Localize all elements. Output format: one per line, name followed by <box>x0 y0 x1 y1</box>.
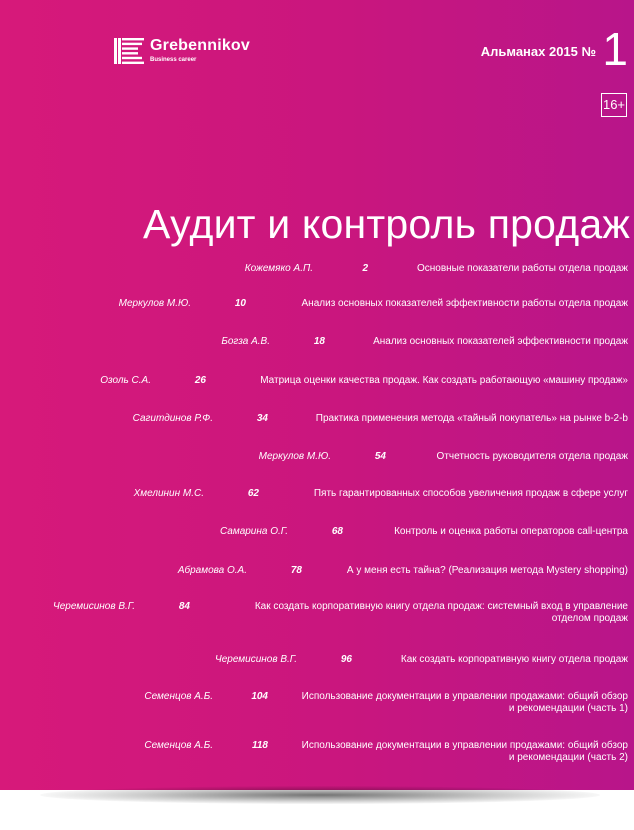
toc-entry-title-line: Как создать корпоративную книгу отдела п… <box>254 601 628 612</box>
brand-name: Grebennikov <box>150 37 251 54</box>
toc-entry-title: Как создать корпоративную книгу отдела п… <box>400 654 628 665</box>
almanac-cover: Grebennikov Business career Альманах 201… <box>0 0 634 790</box>
toc-entry: Черемисинов В.Г. 84 Как создать корпоратив… <box>0 601 628 627</box>
toc-entry-title: Анализ основных показателей эффективност… <box>373 336 628 347</box>
toc-entry-page: 18 <box>313 336 325 347</box>
toc-entry-author: Сагитдинов Р.Ф. <box>132 413 213 424</box>
toc-entry-title: Матрица оценки качества продаж. Как созд… <box>260 375 628 386</box>
cover-title: Аудит и контроль продаж <box>143 201 630 248</box>
toc-entry-author: Семенцов А.Б. <box>144 691 213 702</box>
toc-entry-title-line: отделом продаж <box>551 613 628 624</box>
toc-entry-title: Отчетность руководителя отдела продаж <box>436 451 628 462</box>
toc-entry: Меркулов М.Ю. 10 Анализ основных показател… <box>0 298 628 324</box>
toc-entry-author: Богза А.В. <box>221 336 270 347</box>
toc-entry: Самарина О.Г. 68 Контроль и оценка работы … <box>0 526 628 552</box>
brand-tagline: Business career <box>150 57 197 63</box>
toc-entry-author: Кожемяко А.П. <box>244 263 313 274</box>
age-rating-text: 16+ <box>602 97 626 112</box>
brand-text: Grebennikov Business career <box>150 38 250 64</box>
toc-entry-page: 104 <box>251 691 268 702</box>
toc-entry-title: Использование документации в управлении … <box>302 691 628 715</box>
toc-entry-title-line: и рекомендации (часть 1) <box>508 703 628 714</box>
toc-entry: Черемисинов В.Г. 96 Как создать корпоратив… <box>0 654 628 680</box>
toc-entry-author: Семенцов А.Б. <box>144 740 213 751</box>
toc-entry-page: 34 <box>256 413 268 424</box>
toc-entry-title: Практика применения метода «тайный покуп… <box>315 413 628 424</box>
toc-entry-page: 78 <box>290 565 302 576</box>
toc-entry-page: 2 <box>362 263 368 274</box>
toc-entry-author: Абрамова О.А. <box>177 565 247 576</box>
almanac-label: Альманах 2015 № <box>480 44 596 59</box>
toc-entry: Сагитдинов Р.Ф. 34 Практика применения мет… <box>0 413 628 439</box>
toc-entry-title: Как создать корпоративную книгу отдела п… <box>255 601 628 625</box>
toc-entry-page: 118 <box>252 740 268 751</box>
toc-entry: Богза А.В. 18 Анализ основных показателей … <box>0 336 628 362</box>
toc-entry: Абрамова О.А. 78 А у меня есть тайна? (Реа… <box>0 565 628 591</box>
page-shadow <box>40 786 600 804</box>
toc-entry-title: Пять гарантированных способов увеличения… <box>313 488 628 499</box>
grebennikov-logo-icon <box>114 38 144 64</box>
toc-entry: Семенцов А.Б. 104 Использование документац… <box>0 691 628 717</box>
toc-entry-title-line: Использование документации в управлении … <box>301 691 628 702</box>
toc-entry: Кожемяко А.П. 2 Основные показатели работы… <box>0 263 628 289</box>
toc-entry: Озоль С.А. 26 Матрица оценки качества прод… <box>0 375 628 401</box>
toc-entry-page: 62 <box>247 488 259 499</box>
toc-entry-title: Контроль и оценка работы операторов call… <box>394 526 628 537</box>
toc-entry-title: Анализ основных показателей эффективност… <box>301 298 628 309</box>
toc-entry-page: 54 <box>374 451 386 462</box>
toc-entry-title-line: Использование документации в управлении … <box>301 740 628 751</box>
issue-number: 1 <box>602 23 628 75</box>
toc-entry: Меркулов М.Ю. 54 Отчетность руководителя о… <box>0 451 628 477</box>
toc-entry-page: 96 <box>340 654 352 665</box>
toc-entry-author: Меркулов М.Ю. <box>118 298 191 309</box>
toc-entry-page: 26 <box>194 375 206 386</box>
toc-entry: Семенцов А.Б. 118 Использование документац… <box>0 740 628 766</box>
toc-entry-author: Меркулов М.Ю. <box>258 451 331 462</box>
toc-entry-page: 10 <box>234 298 246 309</box>
toc-entry-author: Хмелинин М.С. <box>133 488 204 499</box>
toc-entry-title: Использование документации в управлении … <box>302 740 628 764</box>
toc-entry-title-line: и рекомендации (часть 2) <box>508 752 628 763</box>
toc-entry-title: А у меня есть тайна? (Реализация метода … <box>346 565 628 576</box>
brand-logo: Grebennikov Business career <box>114 38 250 64</box>
toc-entry-author: Озоль С.А. <box>100 375 151 386</box>
toc-entry-page: 84 <box>178 601 190 612</box>
toc-entry: Хмелинин М.С. 62 Пять гарантированных спос… <box>0 488 628 514</box>
toc-entry-author: Черемисинов В.Г. <box>52 601 135 612</box>
toc-entry-page: 68 <box>331 526 343 537</box>
age-rating-badge: 16+ <box>601 93 627 117</box>
toc-entry-author: Самарина О.Г. <box>219 526 288 537</box>
toc-entry-title: Основные показатели работы отдела продаж <box>416 263 628 274</box>
toc-entry-author: Черемисинов В.Г. <box>214 654 297 665</box>
